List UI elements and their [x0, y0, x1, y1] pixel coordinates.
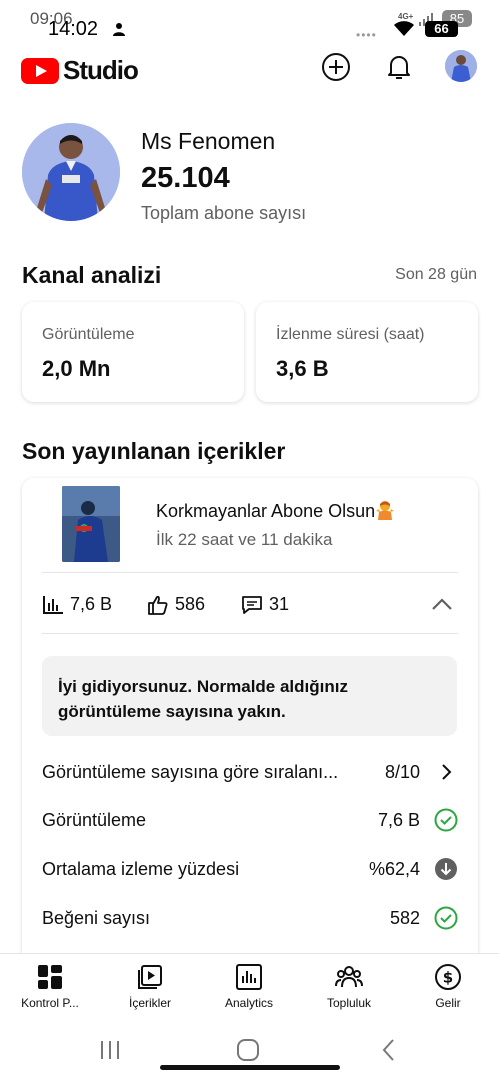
nav-label: Analytics — [224, 996, 274, 1010]
comments-value: 31 — [269, 594, 290, 614]
battery-indicator: 66 — [425, 21, 458, 37]
likes-row: Beğeni sayısı 582 — [42, 904, 458, 934]
likes-stat: 586 — [147, 594, 205, 615]
app-name: Studio — [63, 55, 139, 85]
recent-apps-icon[interactable] — [95, 1037, 125, 1063]
person-icon — [113, 23, 125, 36]
create-button[interactable] — [319, 50, 353, 84]
recent-video-card: Korkmayanlar Abone Olsun İlk 22 saat ve … — [22, 478, 478, 968]
views-row: Görüntüleme 7,6 B — [42, 806, 458, 836]
recent-content-title: Son yayınlanan içerikler — [22, 438, 286, 464]
player-photo-icon — [22, 123, 120, 221]
check-circle-icon — [434, 808, 458, 832]
divider — [42, 633, 458, 634]
comment-icon — [242, 595, 262, 614]
row-label: Görüntüleme — [42, 810, 147, 830]
dashboard-icon — [38, 965, 62, 989]
status-time: 14:02 — [48, 18, 99, 40]
chevron-up-icon[interactable] — [429, 593, 455, 615]
metric-value: 3,6 B — [276, 356, 329, 381]
nav-content[interactable]: İçerikler — [105, 962, 195, 1010]
nav-label: Topluluk — [326, 996, 372, 1010]
row-value: %62,4 — [368, 859, 420, 879]
home-icon[interactable] — [233, 1037, 263, 1063]
row-value: 7,6 B — [377, 810, 420, 830]
nav-earn[interactable]: $ Gelir — [403, 962, 493, 1010]
community-icon — [335, 966, 363, 988]
views-value: 7,6 B — [70, 594, 113, 614]
player-avatar-icon — [445, 50, 477, 82]
metric-card-views[interactable]: Görüntüleme 2,0 Mn — [22, 302, 244, 402]
avg-view-percentage-row: Ortalama izleme yüzdesi %62,4 — [42, 855, 458, 885]
nav-analytics[interactable]: Analytics — [204, 962, 294, 1010]
chevron-right-icon — [442, 764, 452, 780]
bar-chart-icon — [43, 595, 63, 614]
content-icon — [138, 965, 162, 989]
status-bar: 09:06 14:02 •••• 4G+ 85 66 — [0, 0, 499, 46]
notifications-button[interactable] — [382, 50, 416, 84]
metric-label: İzlenme süresi (saat) — [276, 326, 425, 343]
metric-value: 2,0 Mn — [42, 356, 111, 381]
account-avatar[interactable] — [445, 50, 477, 82]
app-header: Studio — [0, 46, 499, 90]
thumbs-up-icon — [148, 595, 168, 615]
youtube-logo-icon — [21, 57, 59, 84]
analytics-period: Son 28 gün — [395, 266, 477, 283]
video-title-text: Korkmayanlar Abone Olsun — [156, 501, 376, 521]
row-label: Ortalama izleme yüzdesi — [42, 859, 240, 879]
divider — [42, 572, 458, 573]
bottom-navigation: Kontrol P... İçerikler Analytics Toplulu… — [0, 953, 499, 1019]
studio-logo[interactable]: Studio — [21, 55, 139, 86]
ranking-row[interactable]: Görüntüleme sayısına göre sıralanı... 8/… — [42, 758, 458, 788]
analytics-title: Kanal analizi — [22, 262, 162, 288]
subscriber-label: Toplam abone sayısı — [141, 203, 307, 223]
plus-circle-icon — [322, 53, 350, 81]
row-label: Beğeni sayısı — [42, 908, 151, 928]
down-arrow-circle-icon — [435, 858, 457, 880]
views-stat: 7,6 B — [42, 594, 112, 615]
thumbnail-image-icon — [62, 486, 120, 562]
nav-label: Kontrol P... — [21, 996, 79, 1010]
nav-label: İçerikler — [128, 996, 171, 1010]
row-value: 8/10 — [384, 762, 420, 782]
row-value: 582 — [389, 908, 420, 928]
video-thumbnail[interactable] — [62, 486, 120, 562]
comments-stat: 31 — [241, 594, 289, 615]
earn-icon: $ — [435, 964, 461, 990]
analytics-icon — [236, 964, 262, 990]
wifi-icon — [394, 21, 414, 36]
person-shrugging-emoji-icon — [376, 501, 395, 520]
nav-community[interactable]: Topluluk — [304, 962, 394, 1010]
metric-label: Görüntüleme — [42, 326, 135, 343]
video-title[interactable]: Korkmayanlar Abone Olsun — [156, 500, 395, 522]
row-label: Görüntüleme sayısına göre sıralanı... — [42, 762, 339, 782]
check-circle-icon — [434, 906, 458, 930]
performance-message-text: İyi gidiyorsunuz. Normalde aldığınız gör… — [58, 677, 348, 721]
performance-message: İyi gidiyorsunuz. Normalde aldığınız gör… — [42, 656, 457, 736]
channel-name: Ms Fenomen — [141, 128, 276, 154]
bell-icon — [388, 56, 410, 79]
channel-avatar[interactable] — [22, 123, 120, 221]
system-navigation — [0, 1019, 499, 1080]
subscriber-count: 25.104 — [141, 162, 230, 194]
metric-card-watch-time[interactable]: İzlenme süresi (saat) 3,6 B — [256, 302, 478, 402]
nav-dashboard[interactable]: Kontrol P... — [5, 962, 95, 1010]
likes-value: 586 — [175, 594, 206, 614]
notification-dots: •••• — [356, 28, 377, 42]
nav-label: Gelir — [435, 996, 461, 1010]
svg-text:$: $ — [443, 969, 453, 987]
video-period: İlk 22 saat ve 11 dakika — [156, 530, 333, 549]
back-icon[interactable] — [374, 1037, 404, 1063]
home-gesture-bar[interactable] — [160, 1065, 340, 1070]
